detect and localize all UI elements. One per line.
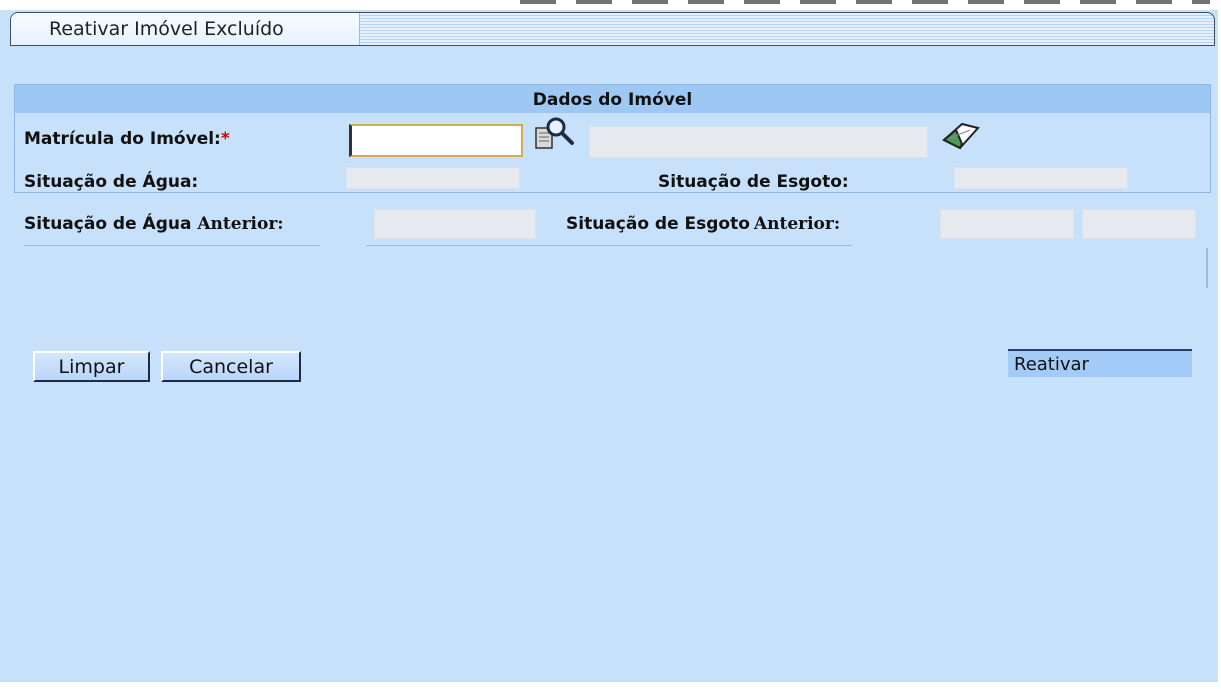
window-title-bar: Reativar Imóvel Excluído bbox=[10, 12, 1215, 46]
situacao-agua-anterior-label: Situação de Água Anterior: bbox=[24, 214, 284, 234]
cancelar-button[interactable]: Cancelar bbox=[161, 351, 301, 382]
divider-vertical bbox=[1206, 248, 1208, 288]
reativar-button[interactable]: Reativar bbox=[1008, 349, 1192, 377]
situacao-agua-anterior-field bbox=[374, 209, 536, 239]
situacao-esgoto-anterior-field bbox=[940, 209, 1074, 239]
situacao-esgoto-anterior-label: Situação de Esgoto Anterior: bbox=[566, 214, 841, 234]
section-header: Dados do Imóvel bbox=[15, 85, 1210, 113]
situacao-esgoto-field bbox=[954, 167, 1128, 189]
divider bbox=[24, 245, 320, 246]
eraser-icon[interactable] bbox=[940, 118, 982, 154]
situacao-agua-field bbox=[346, 167, 520, 189]
situacao-esgoto-anterior-field-2 bbox=[1082, 209, 1196, 239]
window-title: Reativar Imóvel Excluído bbox=[49, 18, 284, 40]
required-mark: * bbox=[220, 129, 230, 149]
matricula-input[interactable] bbox=[349, 124, 523, 157]
cut-off-header-text bbox=[520, 0, 1210, 4]
limpar-button[interactable]: Limpar bbox=[33, 351, 150, 382]
situacao-agua-label: Situação de Água: bbox=[24, 172, 199, 192]
search-icon[interactable] bbox=[534, 116, 580, 152]
matricula-label: Matrícula do Imóvel:* bbox=[24, 129, 230, 149]
imovel-description-field bbox=[589, 126, 928, 158]
divider bbox=[366, 245, 852, 246]
top-strip bbox=[0, 0, 1221, 10]
situacao-esgoto-label: Situação de Esgoto: bbox=[658, 172, 849, 192]
